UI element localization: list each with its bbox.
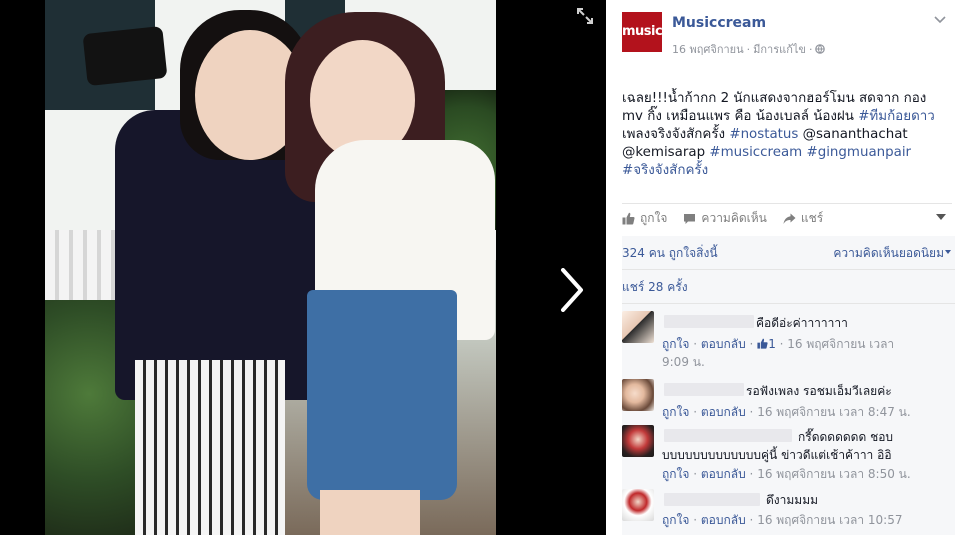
hashtag-link[interactable]: #จริงจังสักครั้ง [622,163,708,178]
comment-like-count[interactable]: 1 [768,337,776,351]
expand-button[interactable] [574,8,596,30]
photo-person-right-skirt [307,290,457,500]
comment-item: รอฟังเพลง รอชมเอ็มวีเลยค่ะ ถูกใจ · ตอบกล… [622,375,955,421]
comment-time[interactable]: 16 พฤศจิกายน เวลา 10:57 [757,513,902,527]
comment-like-link[interactable]: ถูกใจ [662,513,689,527]
chevron-right-icon [561,268,583,312]
post-action-bar: ถูกใจ ความคิดเห็น แชร์ [622,203,952,233]
commenter-name-redacted [664,383,744,396]
post-options-button[interactable] [934,12,946,28]
action-more-button[interactable] [936,212,946,223]
likes-row: 324 คน ถูกใจสิ่งนี้ ความคิดเห็นยอดนิยม [622,236,955,270]
like-button[interactable]: ถูกใจ [622,209,667,228]
thumbs-up-icon [622,212,635,225]
photo-person-right-legs [320,490,420,535]
hashtag-link[interactable]: #nostatus [729,127,798,142]
comment-meta: ถูกใจ · ตอบกลับ · 1 · 16 พฤศจิกายน เวลา [662,337,895,351]
share-label: แชร์ [800,211,824,225]
photo-phone [82,25,168,87]
comment-time-continued: 9:09 น. [662,355,705,369]
thumbs-up-icon [757,338,768,349]
mention-text[interactable]: @kemisarap [622,145,705,160]
photo-person-left-legs [135,360,285,535]
hashtag-link[interactable]: #musiccream [709,145,802,160]
post-date[interactable]: 16 พฤศจิกายน [672,43,744,56]
photo-theater [0,0,606,535]
commenter-avatar[interactable] [622,489,654,521]
comment-like-link[interactable]: ถูกใจ [662,467,689,481]
post-header: music Musiccream 16 พฤศจิกายน · มีการแก้ไข… [622,10,952,60]
comment-like-link[interactable]: ถูกใจ [662,405,689,419]
share-button[interactable]: แชร์ [783,209,823,228]
next-photo-button[interactable] [552,262,592,318]
comment-item: คือดีอ่ะค่าาาาาาา ถูกใจ · ตอบกลับ · 1 · … [622,307,955,369]
commenter-name-redacted [664,315,754,328]
commenter-name-redacted [664,429,792,442]
comment-button[interactable]: ความคิดเห็น [683,209,767,228]
mention-text[interactable]: @sananthachat [803,127,908,142]
caret-down-icon [945,250,951,254]
likes-count[interactable]: 324 คน ถูกใจสิ่งนี้ [622,236,718,270]
meta-separator: · [746,43,751,56]
globe-icon[interactable] [815,44,826,54]
post-sidebar: music Musiccream 16 พฤศจิกายน · มีการแก้ไข… [606,0,955,535]
comments-list: คือดีอ่ะค่าาาาาาา ถูกใจ · ตอบกลับ · 1 · … [622,305,955,535]
shares-row[interactable]: แชร์ 28 ครั้ง [622,270,955,304]
share-icon [783,213,796,224]
commenter-name-redacted [664,493,760,506]
post-edited[interactable]: มีการแก้ไข [753,43,806,56]
chevron-down-icon [934,16,946,24]
comment-reply-link[interactable]: ตอบกลับ [701,337,746,351]
comment-item: กรี๊ดดดดดดด ชอบ บบบบบบบบบบบบบคู่นี้ ข่าว… [622,421,955,483]
comment-item: ดึงามมมม ถูกใจ · ตอบกลับ · 16 พฤศจิกายน … [622,485,955,535]
post-photo[interactable] [45,0,496,535]
comment-meta: ถูกใจ · ตอบกลับ · 16 พฤศจิกายน เวลา 8:47… [662,405,911,419]
comment-like-link[interactable]: ถูกใจ [662,337,689,351]
comment-icon [684,213,696,224]
comment-text: กรี๊ดดดดดดด ชอบ [798,430,894,444]
comment-time[interactable]: 16 พฤศจิกายน เวลา [787,337,894,351]
comment-order-dropdown[interactable]: ความคิดเห็นยอดนิยม [833,236,951,270]
hashtag-link[interactable]: #ทีมก้อยดาว [858,109,935,124]
commenter-avatar[interactable] [622,425,654,457]
comment-meta: ถูกใจ · ตอบกลับ · 16 พฤศจิกายน เวลา 10:5… [662,513,903,527]
commenter-avatar[interactable] [622,379,654,411]
comment-text: ดึงามมมม [766,493,819,507]
comment-time[interactable]: 16 พฤศจิกายน เวลา 8:47 น. [757,405,911,419]
comment-meta: ถูกใจ · ตอบกลับ · 16 พฤศจิกายน เวลา 8:50… [662,467,911,481]
post-meta: 16 พฤศจิกายน · มีการแก้ไข · [672,40,826,58]
comment-reply-link[interactable]: ตอบกลับ [701,467,746,481]
comment-text: รอฟังเพลง รอชมเอ็มวีเลยค่ะ [746,384,892,398]
comment-label: ความคิดเห็น [701,211,767,225]
comment-text-continued: บบบบบบบบบบบบบคู่นี้ ข่าวดีแต่เช้าค้าาา อ… [662,448,892,462]
comment-reply-link[interactable]: ตอบกลับ [701,513,746,527]
post-text: เฉลย!!!น้ำก้ากก 2 นักแสดงจากฮอร์โมน สดจา… [622,90,942,180]
comment-time[interactable]: 16 พฤศจิกายน เวลา 8:50 น. [757,467,911,481]
comment-order-label: ความคิดเห็นยอดนิยม [833,246,944,260]
commenter-avatar[interactable] [622,311,654,343]
post-text-mid: เพลงจริงจังสักครั้ง [622,127,730,142]
page-avatar[interactable]: music [622,12,663,52]
meta-separator: · [808,43,813,56]
expand-icon [577,8,593,24]
hashtag-link[interactable]: #gingmuanpair [806,145,911,160]
caret-down-icon [936,214,946,220]
comment-reply-link[interactable]: ตอบกลับ [701,405,746,419]
comment-text: คือดีอ่ะค่าาาาาาา [756,316,848,330]
page-name[interactable]: Musiccream [672,15,766,31]
like-label: ถูกใจ [640,211,668,225]
